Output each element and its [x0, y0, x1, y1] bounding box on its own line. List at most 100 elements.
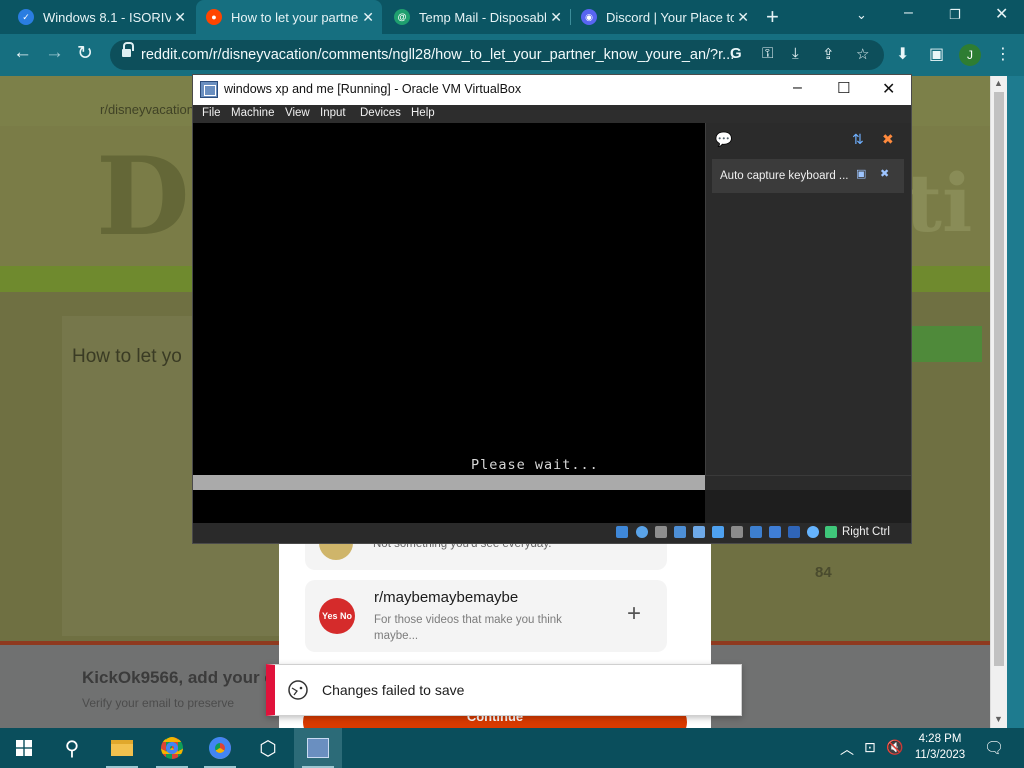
show-hidden-icons-chevron[interactable]: ︿ — [840, 739, 854, 759]
vbox-maximize-icon[interactable]: ☐ — [837, 79, 850, 97]
virtualbox-manager-icon[interactable]: ⬡ — [244, 728, 292, 768]
error-toast: Changes failed to save — [266, 664, 742, 716]
check-circle-icon: ✓ — [18, 9, 34, 25]
community-row-maybemaybemaybe[interactable]: Yes No r/maybemaybemaybe For those video… — [305, 580, 667, 652]
post-title: How to let yo — [72, 346, 182, 367]
scroll-thumb[interactable] — [994, 92, 1004, 666]
clear-all-icon[interactable]: ✖ — [882, 131, 894, 148]
reload-icon[interactable]: ↻ — [77, 42, 93, 65]
tab-discord[interactable]: ◉ Discord | Your Place to Talk ✕ — [571, 0, 757, 34]
scroll-up-icon[interactable]: ▲ — [994, 78, 1003, 88]
hdd-icon[interactable] — [616, 526, 628, 538]
start-button[interactable] — [0, 728, 48, 768]
toast-message: Changes failed to save — [322, 682, 465, 698]
volume-muted-icon[interactable]: 🔇 — [886, 739, 903, 756]
optical-drive-icon[interactable] — [636, 526, 648, 538]
banner-letter-tail: ti — [905, 156, 973, 250]
search-icon[interactable]: ⚲ — [48, 728, 96, 768]
minimize-icon[interactable]: – — [904, 4, 913, 22]
browser-tab-strip: ✓ Windows 8.1 - ISORIVER ✕ ● How to let … — [0, 0, 1024, 34]
share-icon[interactable]: ⇪ — [822, 45, 835, 63]
notification-close-icon[interactable]: ✖ — [880, 167, 889, 180]
vm-progress-bar — [193, 475, 705, 490]
windows-logo-icon — [16, 740, 32, 756]
forward-arrow-icon[interactable]: → — [45, 42, 64, 64]
community-description: For those videos that make you think may… — [374, 614, 562, 642]
more-menu-icon[interactable]: ⋮ — [995, 44, 1011, 64]
tab-title: Temp Mail - Disposable — [419, 9, 547, 25]
community-icon: Yes No — [319, 598, 355, 634]
new-tab-button[interactable]: + — [766, 4, 779, 30]
side-panel-icon[interactable]: ▣ — [929, 44, 944, 64]
close-tab-icon[interactable]: ✕ — [174, 9, 186, 26]
notification-progress-area — [705, 475, 911, 490]
restore-icon[interactable]: ❐ — [949, 7, 961, 23]
broken-snoo-icon — [288, 680, 308, 700]
vbox-titlebar[interactable]: windows xp and me [Running] - Oracle VM … — [193, 75, 911, 105]
tab-windows-81[interactable]: ✓ Windows 8.1 - ISORIVER ✕ — [8, 0, 194, 34]
downloads-icon[interactable]: ⬇ — [896, 44, 909, 64]
vbox-window-title: windows xp and me [Running] - Oracle VM … — [224, 82, 522, 96]
notification-bubble-icon[interactable]: 💬 — [715, 131, 732, 148]
usb-icon[interactable] — [712, 526, 724, 538]
network-tray-icon[interactable]: ⊡ — [864, 739, 876, 756]
bookmark-star-icon[interactable]: ☆ — [856, 45, 869, 63]
file-explorer-icon[interactable] — [98, 728, 146, 768]
tab-temp-mail[interactable]: @ Temp Mail - Disposable ✕ — [384, 0, 570, 34]
network-icon[interactable] — [693, 526, 705, 538]
tab-reddit-post[interactable]: ● How to let your partner know ✕ — [196, 0, 382, 34]
menu-machine[interactable]: Machine — [231, 107, 274, 119]
shared-folders-icon[interactable] — [731, 526, 743, 538]
address-bar[interactable]: reddit.com/r/disneyvacation/comments/ngl… — [110, 40, 884, 70]
sort-icon[interactable]: ⇅ — [852, 131, 864, 148]
display-icon[interactable] — [750, 526, 762, 538]
profile-avatar[interactable]: J — [959, 44, 981, 66]
vote-count: 84 — [815, 564, 832, 581]
notification-help-icon[interactable]: ▣ — [856, 167, 866, 180]
page-scrollbar[interactable]: ▲ ▼ — [990, 76, 1007, 728]
host-key-arrow-icon[interactable] — [825, 526, 837, 538]
virtualbox-icon — [200, 81, 218, 98]
vm-window-icon[interactable] — [294, 728, 342, 768]
audio-icon[interactable] — [674, 526, 686, 538]
scroll-down-icon[interactable]: ▼ — [994, 714, 1003, 724]
chrome-icon[interactable] — [148, 728, 196, 768]
notification-item[interactable]: Auto capture keyboard ... ▣ ✖ — [712, 159, 904, 193]
notification-text: Auto capture keyboard ... — [720, 170, 849, 182]
email-notice-body: Verify your email to preserve — [82, 696, 235, 710]
banner-letter: D — [96, 134, 190, 260]
tempmail-icon: @ — [394, 9, 410, 25]
url-text: reddit.com/r/disneyvacation/comments/ngl… — [141, 47, 735, 63]
menu-devices[interactable]: Devices — [360, 107, 401, 119]
vbox-minimize-icon[interactable]: – — [793, 79, 802, 97]
menu-view[interactable]: View — [285, 107, 310, 119]
close-tab-icon[interactable]: ✕ — [737, 9, 749, 26]
tab-search-chevron-icon[interactable]: ⌄ — [856, 7, 867, 23]
vm-display[interactable]: Please wait... — [193, 123, 705, 523]
system-clock[interactable]: 4:28 PM 11/3/2023 — [910, 731, 970, 763]
menu-help[interactable]: Help — [411, 107, 435, 119]
install-icon[interactable]: ⤓ — [792, 45, 799, 62]
notification-center: 💬 ⇅ ✖ Auto capture keyboard ... ▣ ✖ — [705, 123, 911, 475]
community-name: r/maybemaybemaybe — [374, 589, 519, 606]
floppy-icon[interactable] — [655, 526, 667, 538]
virtualbox-window: windows xp and me [Running] - Oracle VM … — [192, 74, 912, 544]
vbox-close-icon[interactable]: ✕ — [882, 79, 895, 99]
close-tab-icon[interactable]: ✕ — [550, 9, 562, 26]
recording-icon[interactable] — [769, 526, 781, 538]
close-tab-icon[interactable]: ✕ — [362, 9, 374, 26]
vt-x-icon[interactable] — [788, 526, 800, 538]
join-community-plus-icon[interactable]: + — [627, 600, 641, 628]
google-icon[interactable]: G — [730, 45, 742, 62]
menu-file[interactable]: File — [202, 107, 221, 119]
mouse-integration-icon[interactable] — [807, 526, 819, 538]
chrome-profile-icon[interactable] — [196, 728, 244, 768]
tab-title: Windows 8.1 - ISORIVER — [43, 9, 171, 25]
notifications-icon[interactable]: 🗨 — [984, 738, 1004, 758]
clock-date: 11/3/2023 — [914, 749, 966, 761]
close-window-icon[interactable]: ✕ — [995, 4, 1008, 24]
discord-icon: ◉ — [581, 9, 597, 25]
key-icon[interactable]: ⚿ — [762, 45, 773, 62]
menu-input[interactable]: Input — [320, 107, 346, 119]
back-arrow-icon[interactable]: ← — [13, 42, 32, 64]
